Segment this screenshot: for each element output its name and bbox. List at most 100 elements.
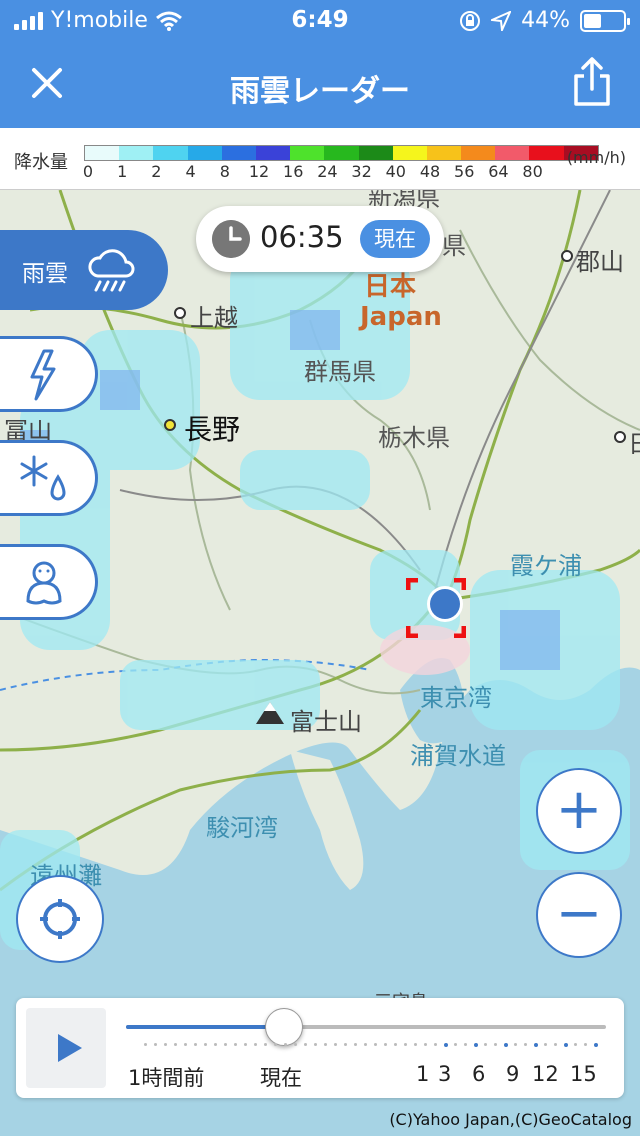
legend-swatch [290, 146, 325, 160]
place-gunma: 群馬県 [304, 358, 376, 386]
timeline-tick [364, 1043, 367, 1046]
legend-ticks: 0 1 2 4 8 12 16 24 32 40 48 56 64 80 [82, 162, 564, 184]
timeline-tick [234, 1043, 237, 1046]
place-tochigi: 栃木県 [378, 424, 450, 452]
timeline-track[interactable] [126, 1025, 606, 1029]
legend-tick: 4 [185, 162, 196, 181]
timeline-labels: 1時間前 現在 1 3 6 9 12 15 [126, 1062, 616, 1092]
timeline-tick [594, 1043, 598, 1047]
map-base [0, 190, 640, 1136]
legend-tick: 80 [522, 162, 543, 181]
location-arrow-icon [491, 10, 512, 31]
layer-rain-label: 雨雲 [22, 261, 68, 287]
legend-swatch [324, 146, 359, 160]
place-tokyo-bay: 東京湾 [420, 684, 492, 712]
legend-tick: 32 [351, 162, 372, 181]
timeline-tick [404, 1043, 407, 1046]
zoom-out-button[interactable]: − [536, 872, 622, 958]
timeline-tick [444, 1043, 448, 1047]
timeline-tick [244, 1043, 247, 1046]
legend-tick: 12 [248, 162, 270, 181]
layer-lightning-button[interactable] [0, 336, 98, 412]
timeline-tick [434, 1043, 437, 1046]
timeline-tick [564, 1043, 568, 1047]
timeline-tick [164, 1043, 167, 1046]
status-bar: Y!mobile 6:49 44% [0, 0, 640, 42]
radar-map[interactable]: 新潟県 島県 郡山 上越 日本 Japan 群馬県 富山 長野 栃木県 日 霞ケ… [0, 190, 640, 1136]
crosshair-icon [40, 899, 80, 939]
layer-rain-button[interactable]: 雨雲 [0, 230, 168, 310]
capital-dot [164, 419, 176, 431]
timeline-tick [344, 1043, 347, 1046]
label-9: 9 [506, 1062, 520, 1086]
timeline-tick [524, 1043, 527, 1046]
timeline-tick [254, 1043, 257, 1046]
legend-tick: 56 [454, 162, 475, 181]
legend-tick: 64 [488, 162, 509, 181]
legend-swatch [529, 146, 564, 160]
timeline-tick [484, 1043, 487, 1046]
legend-swatch [392, 146, 427, 160]
timeline-tick [294, 1043, 297, 1046]
label-now: 現在 [260, 1066, 302, 1090]
precipitation-legend: 降水量 0 1 2 4 8 12 16 24 32 40 48 56 64 80 (mm/h) [0, 128, 640, 190]
timeline-ticks [144, 1043, 604, 1049]
timeline-tick [354, 1043, 357, 1046]
legend-swatch [255, 146, 291, 160]
rain-cloud-icon [88, 249, 135, 292]
timeline-tick [374, 1043, 377, 1046]
timeline-tick [474, 1043, 478, 1047]
place-hitachi: 日 [628, 424, 640, 459]
share-icon[interactable] [570, 56, 614, 108]
timeline-tick [514, 1043, 517, 1046]
timeline-panel: 1時間前 現在 1 3 6 9 12 15 [16, 998, 624, 1098]
place-nagano: 長野 [184, 413, 241, 446]
copyright: (C)Yahoo Japan,(C)GeoCatalog [389, 1110, 632, 1129]
timeline-tick [284, 1043, 287, 1046]
zoom-in-button[interactable]: + [536, 768, 622, 854]
legend-tick: 40 [385, 162, 406, 181]
legend-swatch [461, 146, 496, 160]
timeline-tick [204, 1043, 207, 1046]
layer-snowman-button[interactable] [0, 544, 98, 620]
timeline-tick [384, 1043, 387, 1046]
label-1: 1 [416, 1062, 430, 1086]
displayed-time: 06:35 [260, 220, 344, 254]
timeline-tick [274, 1043, 277, 1046]
legend-swatch [358, 146, 393, 160]
now-badge[interactable]: 現在 [360, 220, 430, 258]
timeline-tick [424, 1043, 427, 1046]
timeline-tick [454, 1043, 457, 1046]
legend-tick: 8 [219, 162, 230, 181]
clock-icon [212, 220, 250, 258]
app-header: 雨雲レーダー [0, 42, 640, 128]
city-dot [174, 307, 186, 319]
timeline-tick [504, 1043, 508, 1047]
lightning-icon [30, 349, 56, 401]
legend-tick: 16 [283, 162, 304, 181]
timeline-tick [554, 1043, 557, 1046]
play-button[interactable] [26, 1008, 106, 1088]
legend-unit: (mm/h) [566, 148, 626, 167]
city-dot [561, 250, 573, 262]
timeline-tick [494, 1043, 497, 1046]
label-6: 6 [472, 1062, 486, 1086]
timeline-tick [534, 1043, 538, 1047]
locate-button[interactable] [16, 875, 104, 963]
timeline-knob[interactable] [265, 1008, 304, 1046]
layer-snow-button[interactable] [0, 440, 98, 516]
label-12: 12 [532, 1062, 559, 1086]
battery-percent: 44% [521, 8, 570, 33]
place-uraga-strait: 浦賀水道 [410, 742, 506, 770]
timeline-tick [224, 1043, 227, 1046]
legend-swatch [187, 146, 222, 160]
legend-color-bar [84, 145, 599, 161]
place-suruga-bay: 駿河湾 [206, 814, 278, 842]
time-display: 06:35 現在 [196, 206, 444, 272]
timeline-tick [144, 1043, 147, 1046]
timeline-tick [544, 1043, 547, 1046]
place-mt-fuji: 富士山 [290, 708, 362, 736]
legend-tick: 48 [419, 162, 441, 181]
place-kasumigaura: 霞ケ浦 [510, 552, 582, 580]
legend-tick: 0 [82, 162, 94, 181]
